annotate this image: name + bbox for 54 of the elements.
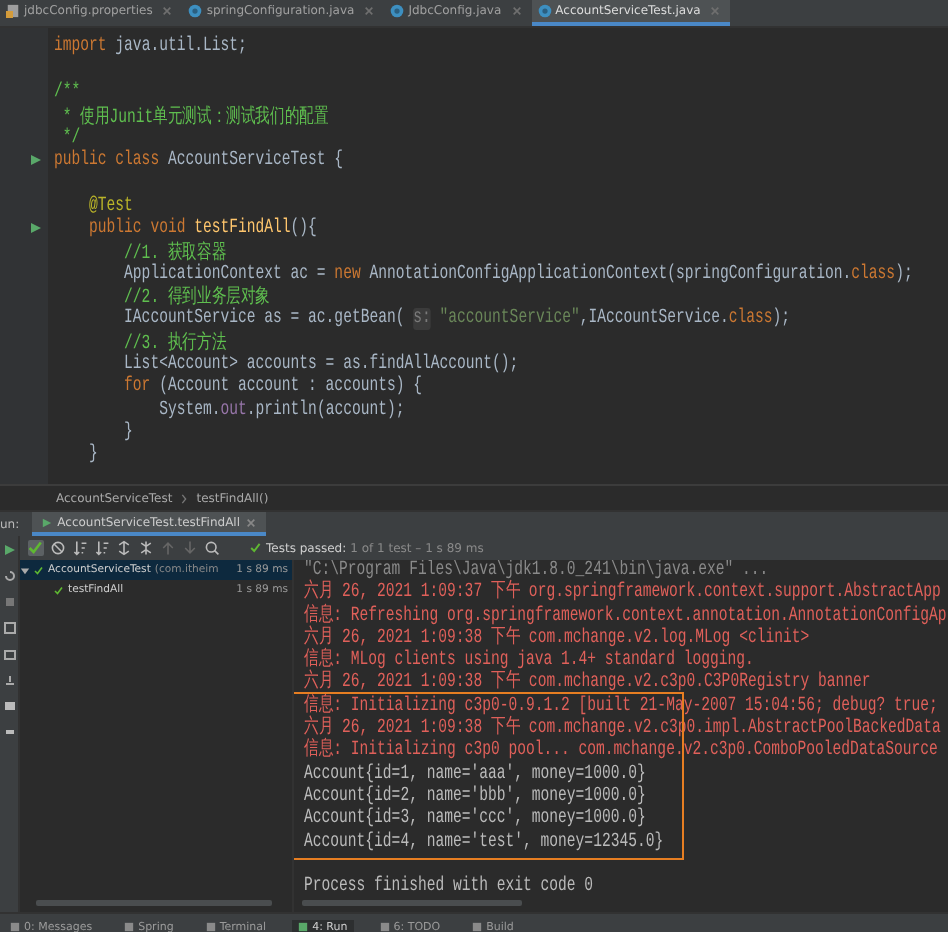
code-line: */ xyxy=(62,127,81,150)
run-icon[interactable] xyxy=(30,154,42,167)
rerun-icon[interactable] xyxy=(3,570,15,582)
expand-all-icon[interactable] xyxy=(116,540,132,556)
console-line: 信息: Refreshing org.springframework.context.annotation.AnnotationConfigAp xyxy=(304,605,947,628)
code-line: System.out.println(account); xyxy=(157,399,405,422)
history-icon[interactable] xyxy=(204,540,220,556)
console-line: Account{id=3, name='ccc', money=1000.0} xyxy=(304,808,646,831)
console-line: 六月 26, 2021 1:09:38 下午 com.mchange.v2.log.MLog <clinit> xyxy=(304,627,810,650)
test-icon xyxy=(41,517,52,527)
console-line: "C:\Program Files\Java\jdk1.8.0_241\bin\java.exe" ... xyxy=(304,560,769,582)
class-icon xyxy=(390,4,405,18)
console-line: Account{id=4, name='test', money=12345.0} xyxy=(304,831,664,854)
sort-icon[interactable] xyxy=(94,540,110,556)
check-icon xyxy=(250,542,262,554)
tool-icon xyxy=(205,922,216,932)
tool-icon xyxy=(124,922,135,932)
code-line: import java.util.List; xyxy=(54,36,247,59)
code-line: public class AccountServiceTest { xyxy=(54,149,344,172)
class-icon xyxy=(188,4,203,18)
tool-icon xyxy=(298,922,309,932)
code-line: /** xyxy=(54,81,81,104)
run-icon[interactable] xyxy=(3,544,15,556)
expand-arrow-icon[interactable] xyxy=(20,565,30,575)
chevron-icon xyxy=(180,493,189,503)
sort-icon[interactable] xyxy=(72,540,88,556)
console-line: Process finished with exit code 0 xyxy=(304,876,594,899)
code-line: @Test xyxy=(87,195,133,218)
code-line: for (Account account : accounts) { xyxy=(122,376,422,399)
file-icon xyxy=(6,4,20,18)
code-line: * 使用Junit单元测试：测试我们的配置 xyxy=(60,103,329,130)
collapse-all-icon[interactable] xyxy=(138,540,154,556)
stop-icon[interactable] xyxy=(3,596,15,608)
tool-icon xyxy=(10,922,20,932)
code-line: //1. 获取容器 xyxy=(122,239,227,266)
layout-icon[interactable] xyxy=(3,622,15,634)
console-line: 六月 26, 2021 1:09:38 下午 com.mchange.v2.c3p0.C3P0Registry banner xyxy=(304,672,871,695)
console-line: 六月 26, 2021 1:09:37 下午 org.springframework.context.support.AbstractApp xyxy=(304,582,941,605)
export-icon[interactable] xyxy=(3,674,15,686)
run-icon[interactable] xyxy=(30,222,42,235)
console-line: Account{id=2, name='bbb', money=1000.0} xyxy=(304,785,646,808)
passed-filter-icon[interactable] xyxy=(28,540,44,556)
code-line: } xyxy=(87,444,98,467)
code-line: } xyxy=(122,422,133,445)
code-line: IAccountService as = ac.getBean( s: "accountService",IAccountService.class); xyxy=(122,308,791,331)
console-line: Account{id=1, name='aaa', money=1000.0} xyxy=(304,763,646,786)
tool-icon xyxy=(379,922,390,932)
class-icon xyxy=(537,4,552,18)
code-line: public void testFindAll(){ xyxy=(87,217,317,240)
tool-icon xyxy=(472,922,483,932)
console-line: 信息: MLog clients using java 1.4+ standard logging. xyxy=(304,650,754,673)
code-line: List<Account> accounts = as.findAllAccount(); xyxy=(122,353,519,376)
code-line: ApplicationContext ac = new AnnotationConfigApplicationContext(springConfiguration.class); xyxy=(122,263,913,286)
ignored-filter-icon[interactable] xyxy=(50,540,66,556)
